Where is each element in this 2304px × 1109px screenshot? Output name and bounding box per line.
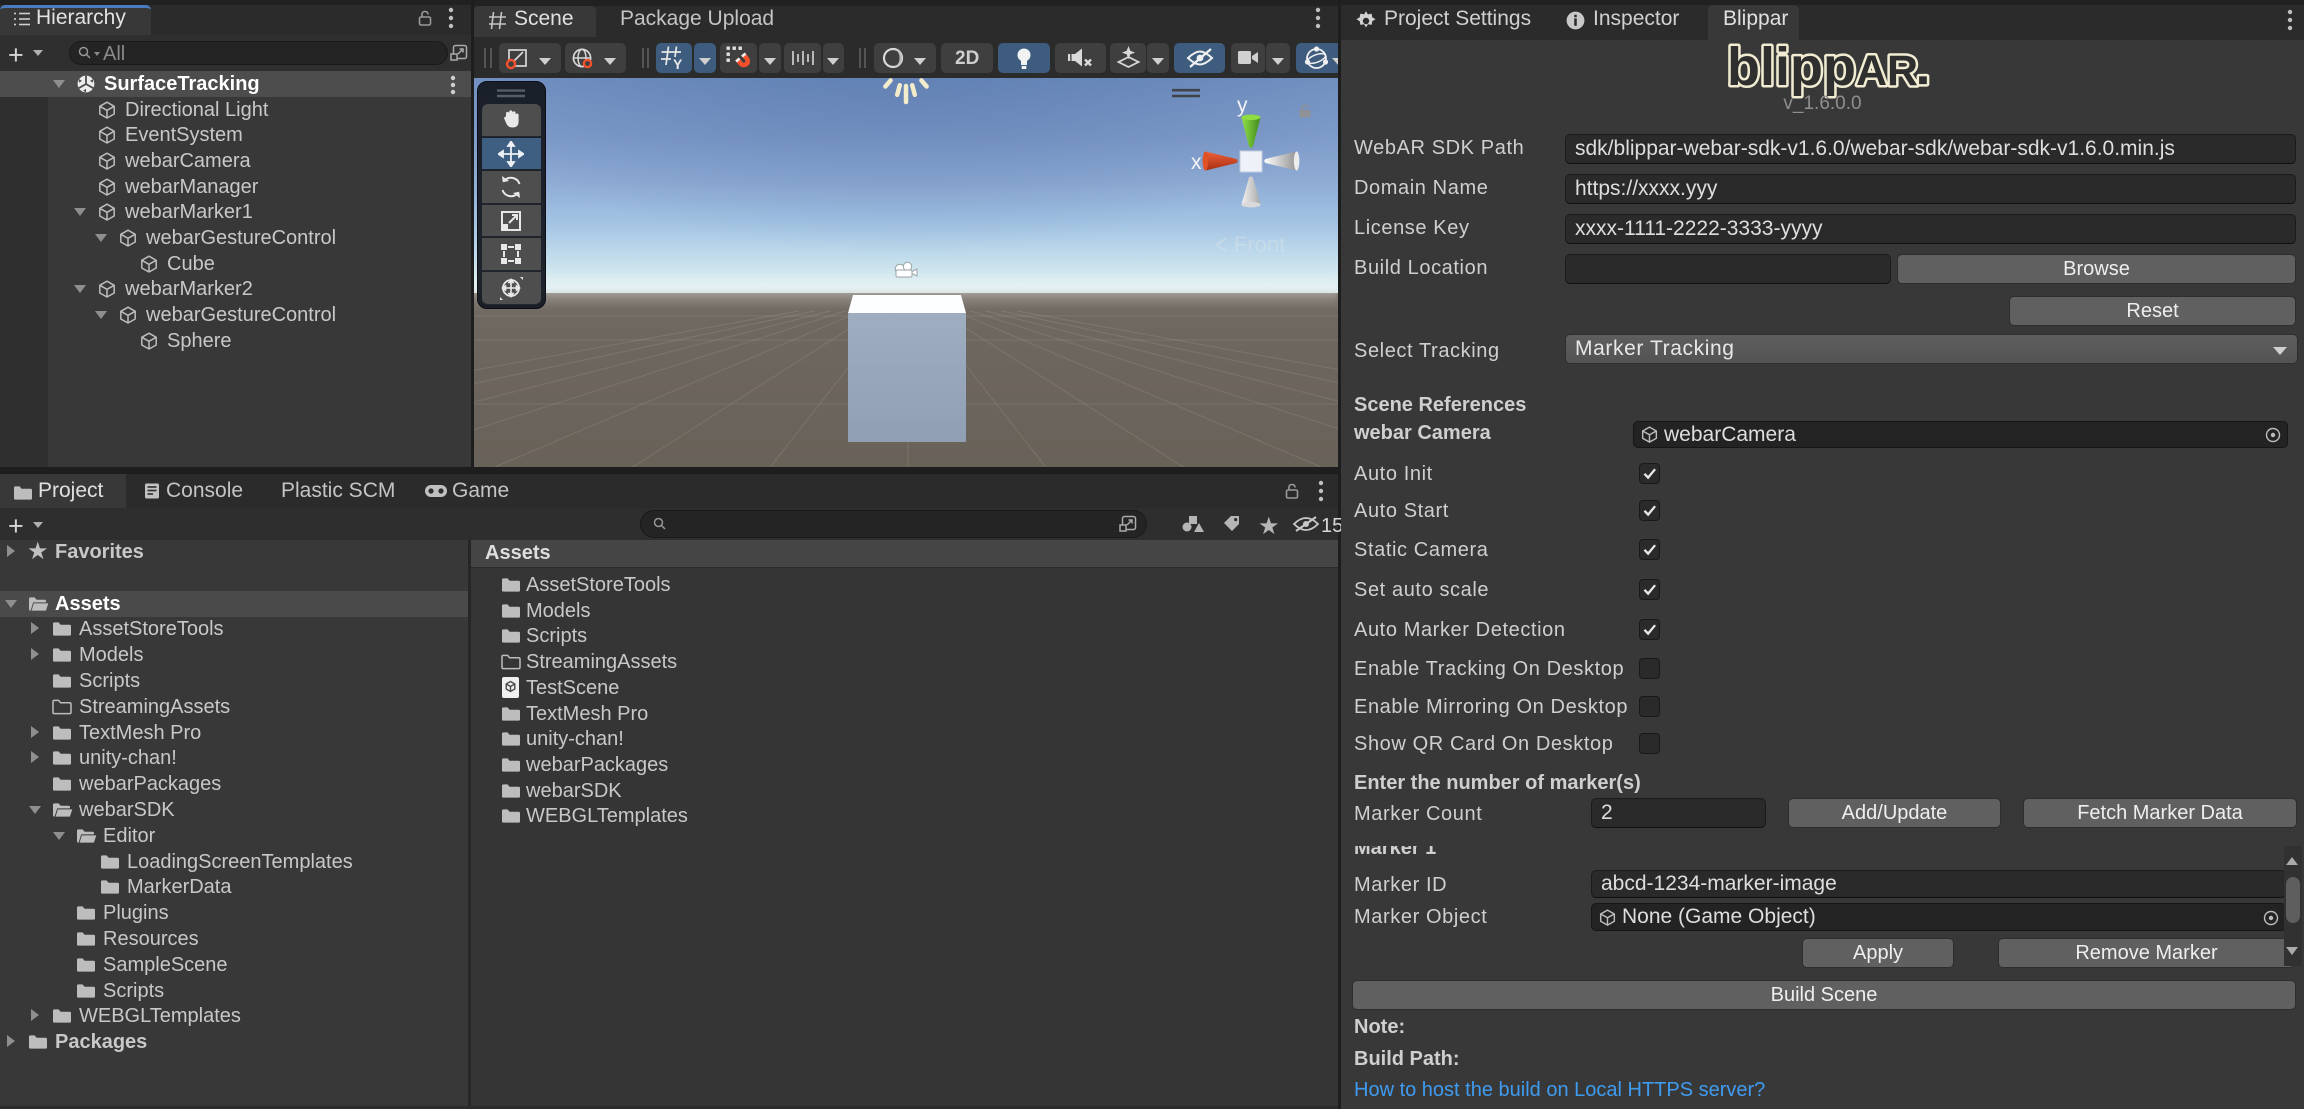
- svg-text:blippAR■: blippAR■: [1727, 37, 1928, 97]
- svg-text:x: x: [1191, 151, 1202, 174]
- svg-text:Y: Y: [673, 56, 683, 71]
- svg-text:y: y: [1237, 94, 1248, 117]
